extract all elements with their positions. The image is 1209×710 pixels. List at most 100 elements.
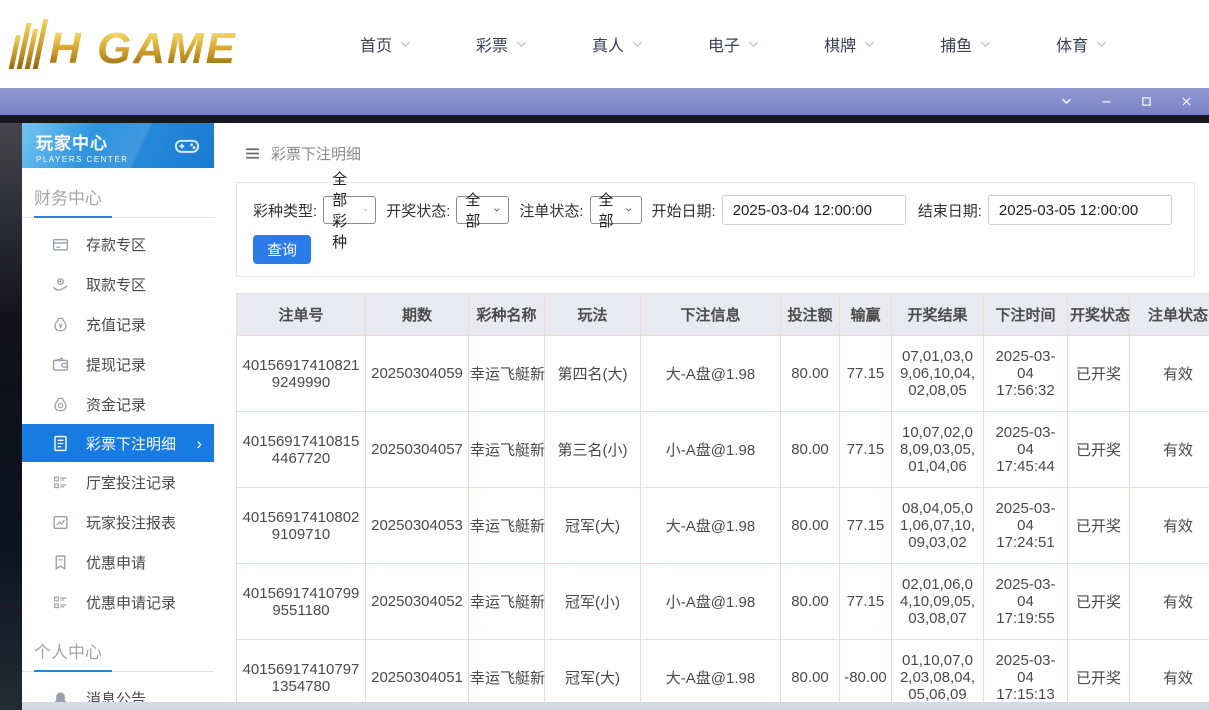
cell-draw-result: 08,04,05,01,06,07,10,09,03,02 — [892, 488, 984, 564]
window-close-button[interactable] — [1173, 92, 1199, 112]
table-row[interactable]: 401569174108029109710 20250304053 幸运飞艇新 … — [237, 488, 1209, 564]
table-header-cell: 投注额 — [781, 294, 840, 336]
sidebar-item[interactable]: 厅室投注记录 — [22, 462, 214, 502]
cell-period: 20250304059 — [366, 336, 469, 412]
nav-item-label: 捕鱼 — [940, 32, 972, 56]
table-row[interactable]: 401569174107971354780 20250304051 幸运飞艇新 … — [237, 640, 1209, 703]
cell-win-loss: 77.15 — [840, 564, 892, 640]
sidebar-item-label: 优惠申请 — [86, 552, 146, 573]
cell-amount: 80.00 — [781, 488, 840, 564]
draw-status-select[interactable]: 全部 — [456, 196, 509, 224]
cell-lottery-name: 幸运飞艇新 — [469, 640, 545, 703]
sidebar-item[interactable]: 充值记录 — [22, 304, 214, 344]
cell-play: 冠军(小) — [545, 564, 641, 640]
sidebar-item[interactable]: 消息公告 — [22, 678, 214, 702]
table-row[interactable]: 401569174108219249990 20250304059 幸运飞艇新 … — [237, 336, 1209, 412]
end-date-input[interactable] — [988, 195, 1172, 225]
sidebar-item[interactable]: 提现记录 — [22, 344, 214, 384]
cell-bet-no: 401569174108029109710 — [237, 488, 366, 564]
nav-item-label: 真人 — [592, 32, 624, 56]
chevron-down-icon — [863, 38, 876, 51]
cell-bet-time: 2025-03-04 17:45:44 — [984, 412, 1068, 488]
cell-win-loss: 77.15 — [840, 488, 892, 564]
wallet-icon — [52, 356, 69, 373]
deposit-card-icon — [52, 236, 69, 253]
cell-bet-no: 401569174107971354780 — [237, 640, 366, 703]
gamepad-icon — [174, 133, 200, 159]
cell-bet-no: 401569174107999551180 — [237, 564, 366, 640]
cell-draw-status: 已开奖 — [1068, 412, 1130, 488]
cell-draw-status: 已开奖 — [1068, 640, 1130, 703]
main-navigation: 首页 彩票 真人 电子 棋牌 捕鱼 体育 — [360, 32, 1108, 56]
cell-order-status: 有效 — [1130, 640, 1209, 703]
table-header-cell: 下注时间 — [984, 294, 1068, 336]
hall-record-icon — [52, 474, 69, 491]
cell-play: 第四名(大) — [545, 336, 641, 412]
cell-order-status: 有效 — [1130, 564, 1209, 640]
table-row[interactable]: 401569174107999551180 20250304052 幸运飞艇新 … — [237, 564, 1209, 640]
cell-draw-result: 01,10,07,02,03,08,04,05,06,09 — [892, 640, 984, 703]
cell-win-loss: 77.15 — [840, 336, 892, 412]
cell-play: 第三名(小) — [545, 412, 641, 488]
players-center-subtitle: PLAYERS CENTER — [36, 155, 214, 164]
sidebar-item[interactable]: 彩票下注明细 › — [22, 424, 214, 462]
window-dropdown-button[interactable] — [1053, 92, 1079, 112]
sidebar-header: 玩家中心 PLAYERS CENTER — [22, 123, 214, 168]
sidebar-item-label: 充值记录 — [86, 314, 146, 335]
sidebar-item[interactable]: 优惠申请 — [22, 542, 214, 582]
table-header-cell: 玩法 — [545, 294, 641, 336]
table-header-cell: 开奖结果 — [892, 294, 984, 336]
nav-item-label: 彩票 — [476, 32, 508, 56]
brand-logo[interactable]: H GAME — [14, 19, 314, 69]
nav-item[interactable]: 真人 — [592, 32, 644, 56]
nav-item-label: 首页 — [360, 32, 392, 56]
cell-lottery-name: 幸运飞艇新 — [469, 336, 545, 412]
window-bottom-edge — [22, 702, 1209, 710]
cell-amount: 80.00 — [781, 564, 840, 640]
cell-bet-time: 2025-03-04 17:56:32 — [984, 336, 1068, 412]
filter-panel: 彩种类型: 全部彩种 开奖状态: 全部 注单状态: 全部 开始日期: 结束日期: — [236, 182, 1195, 277]
chevron-down-icon — [979, 38, 992, 51]
start-date-input[interactable] — [722, 195, 906, 225]
recharge-bag-icon — [52, 316, 69, 333]
nav-item[interactable]: 捕鱼 — [940, 32, 992, 56]
nav-item-label: 电子 — [708, 32, 740, 56]
menu-icon[interactable] — [244, 145, 261, 162]
sidebar-item[interactable]: 存款专区 — [22, 224, 214, 264]
sidebar-item[interactable]: 玩家投注报表 — [22, 502, 214, 542]
cell-order-status: 有效 — [1130, 412, 1209, 488]
window-maximize-button[interactable] — [1133, 92, 1159, 112]
draw-status-label: 开奖状态: — [386, 200, 450, 221]
window-minimize-button[interactable] — [1093, 92, 1119, 112]
sidebar: 玩家中心 PLAYERS CENTER 财务中心 存款专区 取款专区 充值记录 — [22, 123, 214, 702]
chevron-down-icon — [631, 38, 644, 51]
nav-item[interactable]: 棋牌 — [824, 32, 876, 56]
search-button[interactable]: 查询 — [253, 235, 311, 264]
nav-item[interactable]: 电子 — [708, 32, 760, 56]
sidebar-item[interactable]: 优惠申请记录 — [22, 582, 214, 622]
cell-play: 冠军(大) — [545, 640, 641, 703]
order-status-select[interactable]: 全部 — [590, 196, 642, 224]
cell-draw-status: 已开奖 — [1068, 336, 1130, 412]
window-titlebar — [0, 88, 1209, 115]
table-row[interactable]: 401569174108154467720 20250304057 幸运飞艇新 … — [237, 412, 1209, 488]
cell-play: 冠军(大) — [545, 488, 641, 564]
end-date-label: 结束日期: — [918, 200, 982, 221]
nav-item[interactable]: 彩票 — [476, 32, 528, 56]
chevron-down-icon — [747, 38, 760, 51]
cell-draw-status: 已开奖 — [1068, 488, 1130, 564]
sidebar-item[interactable]: 取款专区 — [22, 264, 214, 304]
lottery-type-select[interactable]: 全部彩种 — [323, 196, 376, 224]
cell-bet-no: 401569174108154467720 — [237, 412, 366, 488]
chevron-right-icon: › — [196, 435, 202, 452]
nav-item[interactable]: 体育 — [1056, 32, 1108, 56]
cell-win-loss: 77.15 — [840, 412, 892, 488]
nav-item[interactable]: 首页 — [360, 32, 412, 56]
players-center-title: 玩家中心 — [36, 129, 214, 154]
cell-draw-status: 已开奖 — [1068, 564, 1130, 640]
sidebar-item[interactable]: 资金记录 — [22, 384, 214, 424]
maximize-icon — [1140, 95, 1153, 108]
report-chart-icon — [52, 514, 69, 531]
sidebar-item-label: 提现记录 — [86, 354, 146, 375]
cell-lottery-name: 幸运飞艇新 — [469, 564, 545, 640]
